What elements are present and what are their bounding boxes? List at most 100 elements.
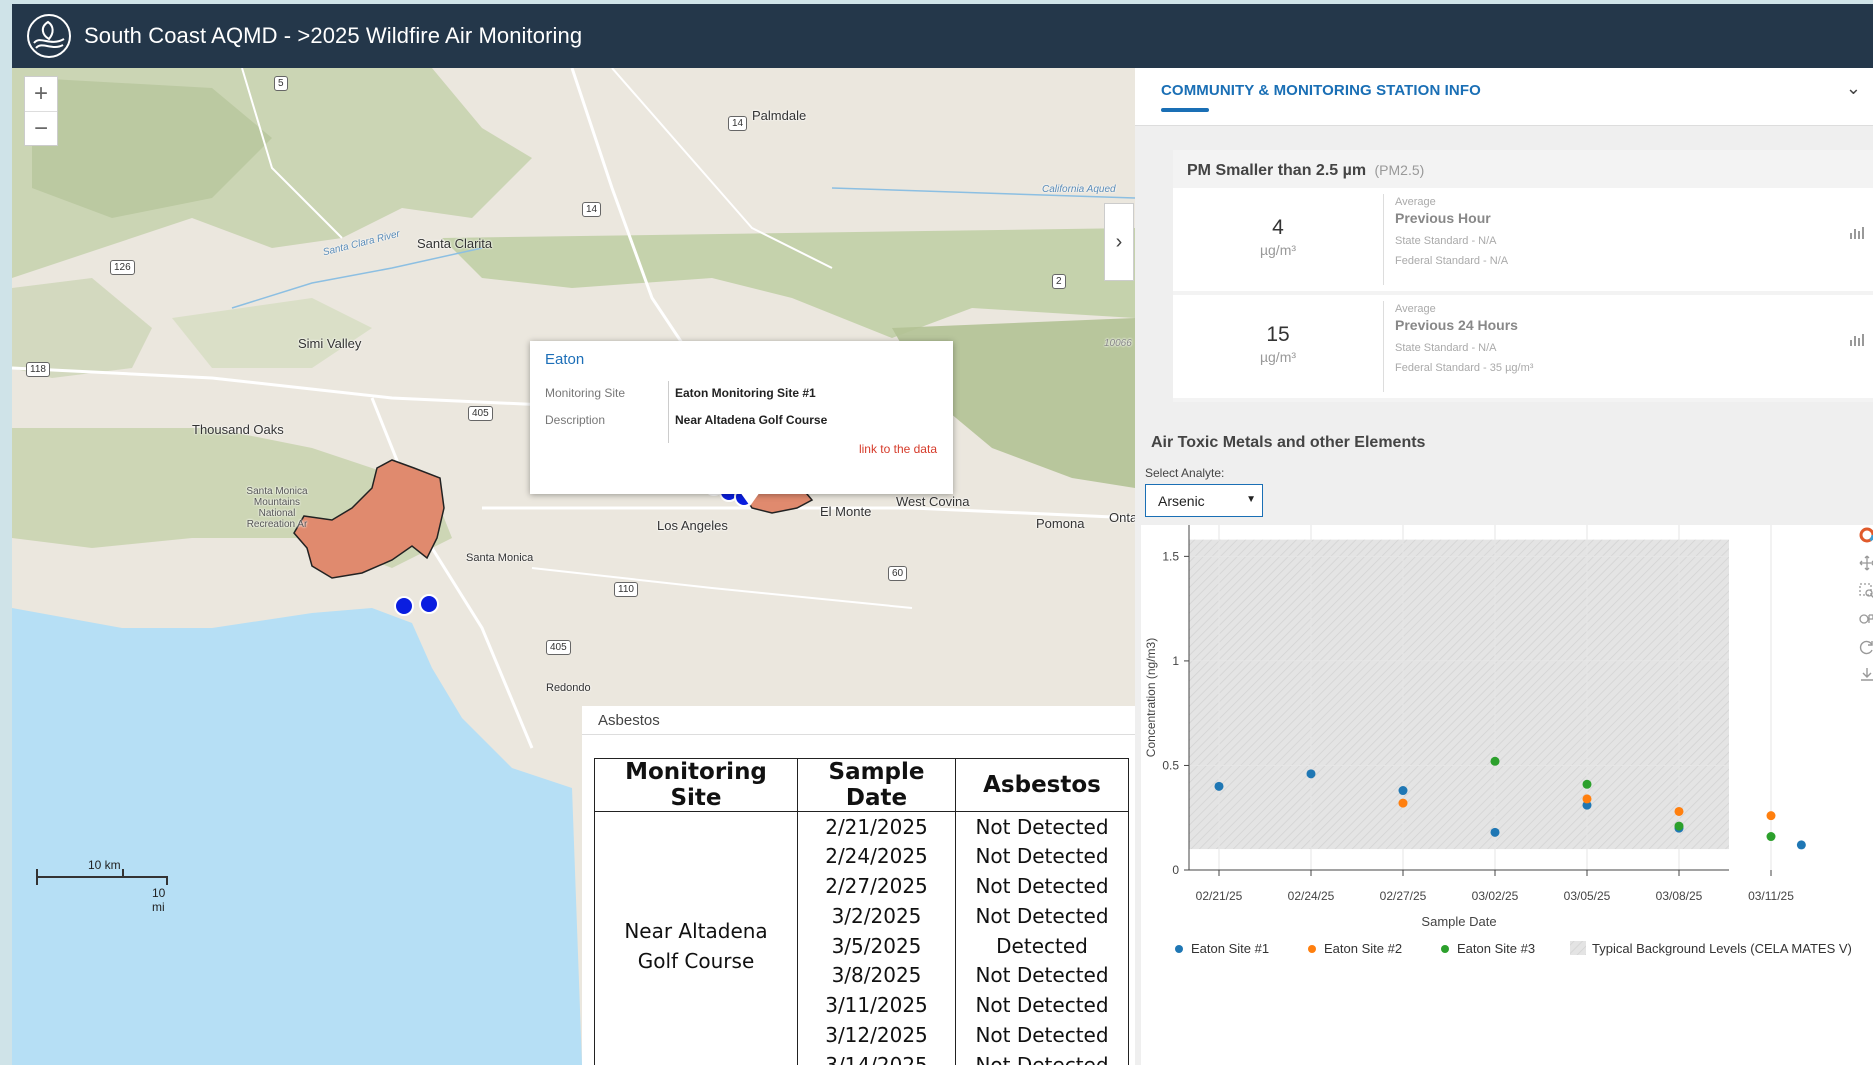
data-point[interactable] xyxy=(1306,769,1316,779)
label-elevation: 10066 xyxy=(1104,338,1132,349)
box-zoom-icon[interactable] xyxy=(1857,581,1873,601)
pm25-period: Previous 24 Hours xyxy=(1395,317,1518,333)
result-cell: Not Detected xyxy=(955,1020,1129,1050)
legend-marker xyxy=(1308,945,1316,953)
pm25-value-block: 15 µg/m³ xyxy=(1173,295,1383,398)
pm25-value: 15 xyxy=(1266,323,1290,346)
y-tick-label: 1 xyxy=(1172,654,1179,668)
bar-chart-icon[interactable] xyxy=(1849,333,1865,347)
date-cell: 3/11/2025 xyxy=(797,990,956,1021)
analyte-selected-value: Arsenic xyxy=(1158,492,1205,509)
place-pomona: Pomona xyxy=(1036,516,1085,531)
place-thousand-oaks: Thousand Oaks xyxy=(192,422,284,437)
pm25-row-hour: 4 µg/m³ Average Previous Hour State Stan… xyxy=(1173,188,1873,291)
scale-km-label: 10 km xyxy=(88,858,121,872)
station-info-panel: COMMUNITY & MONITORING STATION INFO ⌄ PM… xyxy=(1135,68,1873,1065)
place-west-covina: West Covina xyxy=(896,494,970,509)
x-tick-label: 02/21/25 xyxy=(1196,889,1243,903)
place-santa-monica-mountains: Santa Monica Mountains National Recreati… xyxy=(246,486,308,530)
analyte-chart: 0 0.5 1 1.5 02/21/25 02/24/25 02/27/25 03/02/25… xyxy=(1141,525,1873,1065)
route-5-shield: 5 xyxy=(274,76,288,91)
x-tick-label: 03/08/25 xyxy=(1656,889,1703,903)
date-cell: 3/12/2025 xyxy=(797,1020,956,1050)
pm25-state-standard: State Standard - N/A xyxy=(1395,235,1497,247)
bar-chart-icon[interactable] xyxy=(1849,226,1865,240)
route-110-shield: 110 xyxy=(614,582,638,597)
data-point[interactable] xyxy=(1674,821,1684,831)
scale-mi-label: 10 mi xyxy=(152,886,166,914)
data-point[interactable] xyxy=(1582,779,1592,789)
aqmd-logo xyxy=(27,14,71,58)
legend-marker xyxy=(1441,945,1449,953)
chevron-down-icon[interactable]: ⌄ xyxy=(1846,78,1861,99)
pm25-title-text: PM Smaller than 2.5 µm xyxy=(1187,162,1367,179)
date-cell: 3/14/2025 xyxy=(797,1049,956,1065)
scatter-chart: 0 0.5 1 1.5 02/21/25 02/24/25 02/27/25 03/02/25… xyxy=(1144,525,1852,956)
pm25-state-standard: State Standard - N/A xyxy=(1395,342,1497,354)
bokeh-logo-icon[interactable] xyxy=(1857,525,1873,545)
column-header: Asbestos xyxy=(955,758,1129,812)
data-point[interactable] xyxy=(1214,781,1224,791)
table-header-row: Monitoring Site Sample Date Asbestos xyxy=(594,758,1129,812)
place-redondo: Redondo xyxy=(546,682,591,694)
result-cell: Not Detected xyxy=(955,1049,1129,1065)
analyte-select-label: Select Analyte: xyxy=(1145,466,1225,480)
dropdown-arrow-icon: ▼ xyxy=(1246,494,1256,505)
legend-marker xyxy=(1570,941,1586,955)
tab-community-station-info[interactable]: COMMUNITY & MONITORING STATION INFO xyxy=(1161,82,1481,99)
legend-label[interactable]: Eaton Site #1 xyxy=(1191,941,1269,956)
pm25-title: PM Smaller than 2.5 µm (PM2.5) xyxy=(1187,162,1424,180)
collapse-panel-button[interactable]: › xyxy=(1104,203,1134,281)
asbestos-title: Asbestos xyxy=(598,712,660,729)
data-point[interactable] xyxy=(1766,811,1776,821)
zoom-control: + − xyxy=(24,76,58,146)
data-point[interactable] xyxy=(1490,827,1500,837)
route-118-shield: 118 xyxy=(26,362,50,377)
legend-label[interactable]: Eaton Site #3 xyxy=(1457,941,1535,956)
y-tick-label: 0.5 xyxy=(1162,758,1179,772)
scale-bar: 10 km 10 mi xyxy=(24,858,174,918)
table-row: Near Altadena Golf Course 2/21/2025 Not … xyxy=(594,811,1129,1065)
result-cell: Not Detected xyxy=(955,871,1129,901)
data-point[interactable] xyxy=(1796,840,1806,850)
pan-tool-icon[interactable] xyxy=(1857,553,1873,573)
legend-label[interactable]: Typical Background Levels (CELA MATES V) xyxy=(1592,941,1852,956)
route-14-shield: 14 xyxy=(728,116,748,131)
column-header: Sample Date xyxy=(797,758,956,812)
route-60-shield: 60 xyxy=(888,566,908,581)
analyte-select[interactable]: Arsenic ▼ xyxy=(1145,484,1263,517)
data-point[interactable] xyxy=(1398,798,1408,808)
pm25-federal-standard: Federal Standard - 35 µg/m³ xyxy=(1395,362,1534,374)
data-point[interactable] xyxy=(1490,756,1500,766)
app-header: South Coast AQMD - >2025 Wildfire Air Mo… xyxy=(12,4,1873,68)
date-cell: 3/2/2025 xyxy=(797,900,956,931)
popup-row-description: Description Near Altadena Golf Course xyxy=(545,413,827,427)
data-point[interactable] xyxy=(1398,786,1408,796)
save-icon[interactable] xyxy=(1857,665,1873,685)
y-axis-label: Concentration (ng/m3) xyxy=(1144,638,1158,757)
link-to-data[interactable]: link to the data xyxy=(859,442,937,456)
date-cell: 3/5/2025 xyxy=(797,930,956,961)
route-14-shield-2: 14 xyxy=(582,202,602,217)
route-405-shield: 405 xyxy=(468,406,493,421)
reset-icon[interactable] xyxy=(1857,637,1873,657)
app-title: South Coast AQMD - >2025 Wildfire Air Mo… xyxy=(84,23,583,48)
place-los-angeles: Los Angeles xyxy=(657,518,728,533)
pm25-value: 4 xyxy=(1272,216,1284,239)
zoom-out-button[interactable]: − xyxy=(25,111,57,145)
pm25-details: Average Previous Hour State Standard - N… xyxy=(1395,196,1508,267)
result-cell: Not Detected xyxy=(955,990,1129,1021)
x-tick-label: 03/05/25 xyxy=(1564,889,1611,903)
data-point[interactable] xyxy=(1674,806,1684,816)
legend-marker xyxy=(1175,945,1183,953)
result-cell: Not Detected xyxy=(955,900,1129,931)
data-point[interactable] xyxy=(1582,794,1592,804)
zoom-in-button[interactable]: + xyxy=(25,77,57,111)
data-point[interactable] xyxy=(1766,832,1776,842)
background-band xyxy=(1189,539,1729,850)
asbestos-table: Monitoring Site Sample Date Asbestos Nea… xyxy=(594,758,1129,1065)
wheel-zoom-icon[interactable] xyxy=(1857,609,1873,629)
legend-label[interactable]: Eaton Site #2 xyxy=(1324,941,1402,956)
divider xyxy=(1383,194,1384,285)
place-santa-monica: Santa Monica xyxy=(466,552,534,564)
